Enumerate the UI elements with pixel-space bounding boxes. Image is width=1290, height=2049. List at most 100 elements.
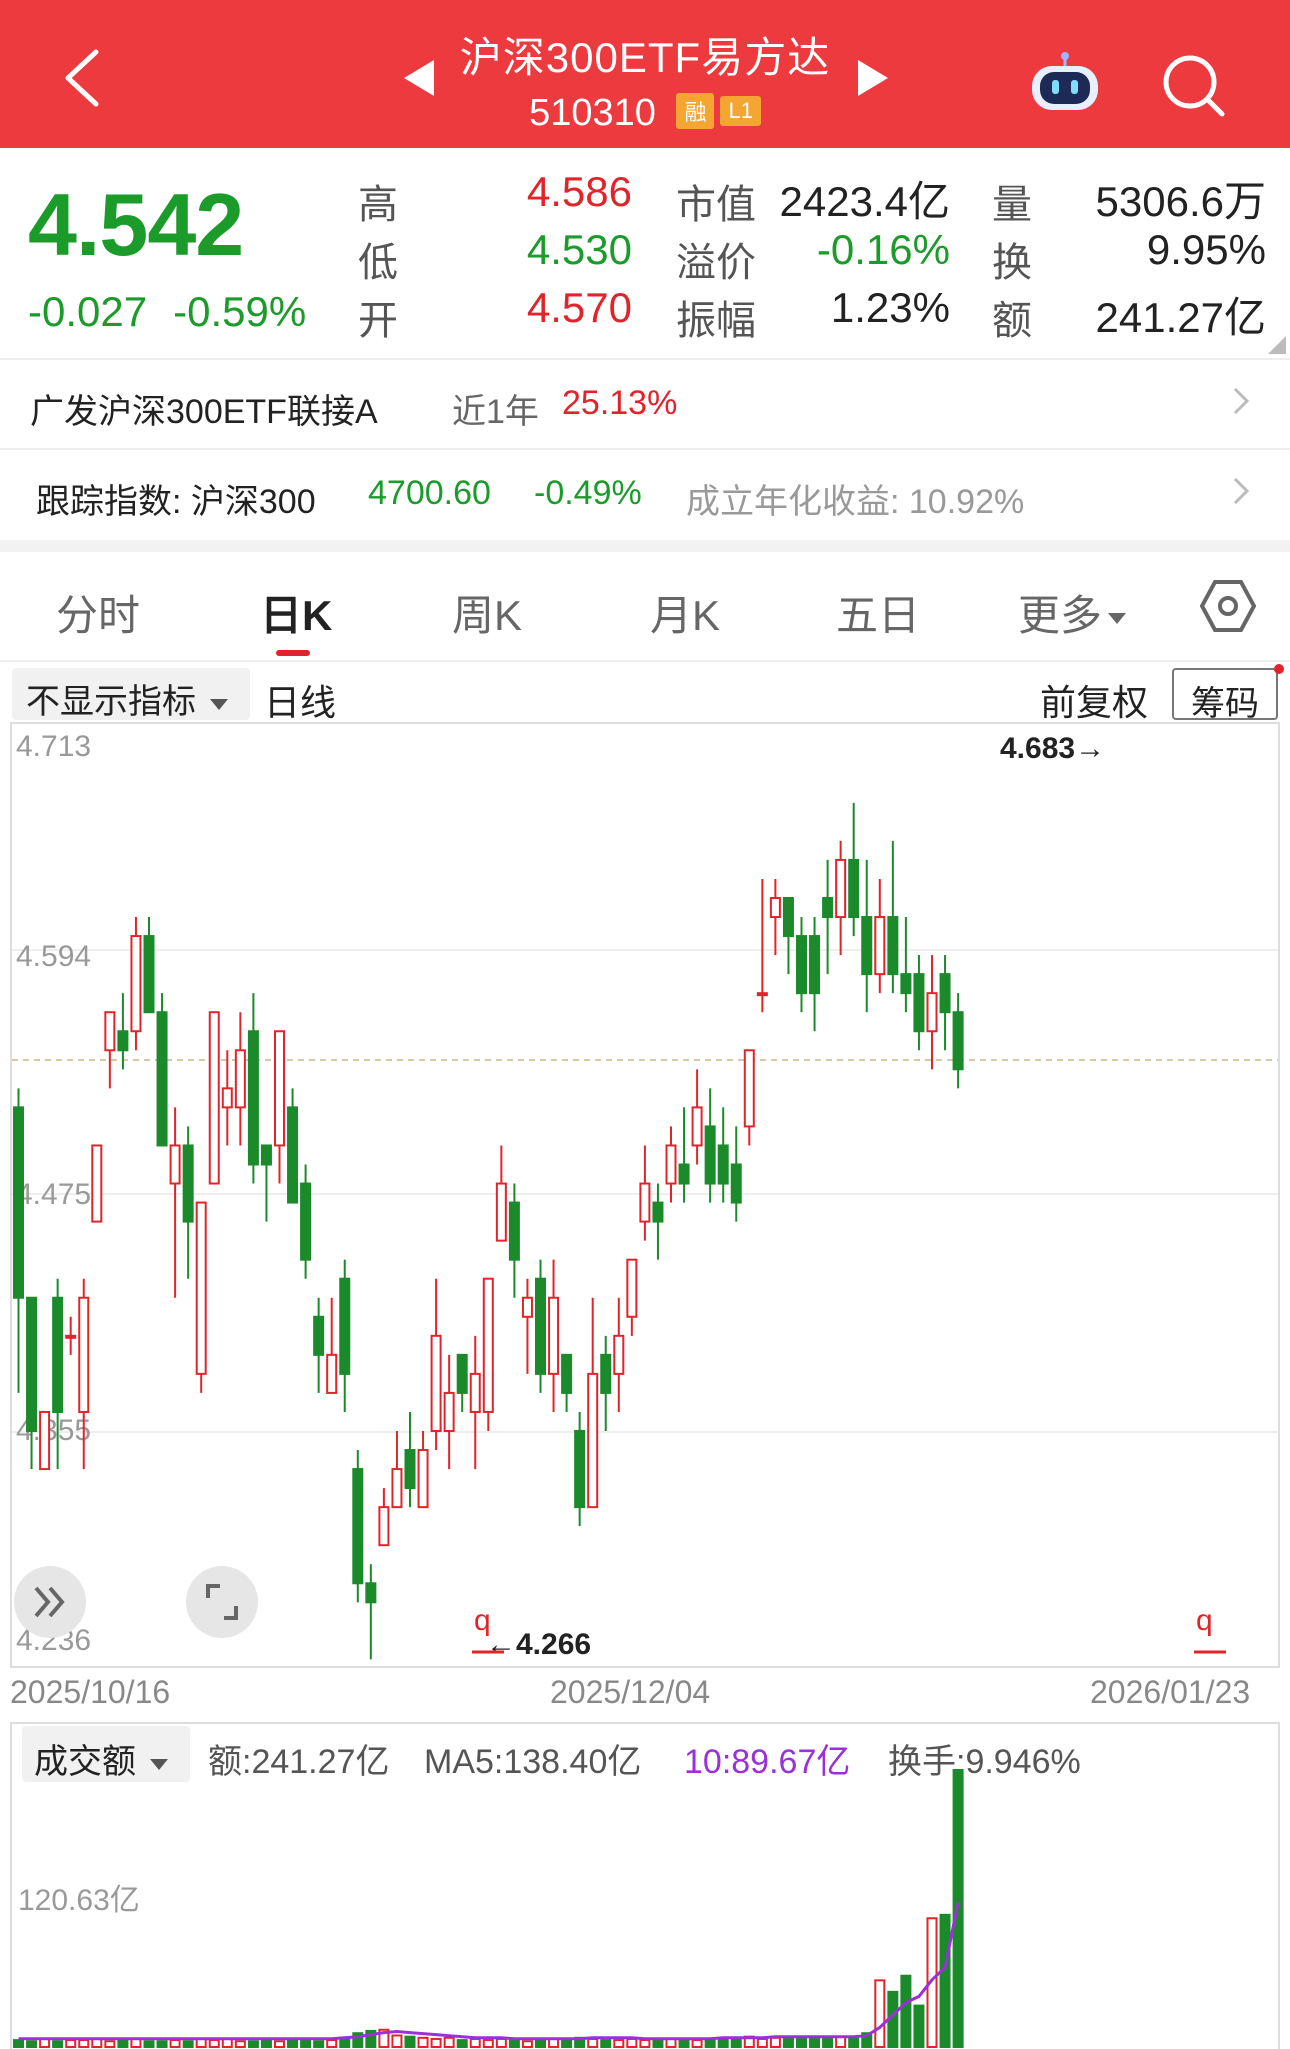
tab-weekly-k[interactable]: 周K <box>452 582 522 643</box>
stock-code: 510310 <box>529 92 656 134</box>
candlestick-chart[interactable]: 4.713 4.594 4.475 4.355 4.236 4.683→ ←4.… <box>10 722 1280 1668</box>
indicator-dropdown-label: 不显示指标 <box>26 683 196 721</box>
volume-bar <box>535 2039 546 2048</box>
volume-bar <box>156 2040 168 2049</box>
volume-bar <box>456 2039 468 2048</box>
collapse-chart-button[interactable] <box>14 1566 86 1638</box>
candle-body <box>704 1125 716 1185</box>
chips-button[interactable]: 筹码 <box>1172 668 1278 723</box>
mktcap-value: 2423.4亿 <box>779 178 950 225</box>
volume-bar <box>913 2004 925 2048</box>
volume-bar <box>404 2035 416 2049</box>
volume-bar <box>769 2036 781 2049</box>
premium-value: -0.16% <box>816 226 950 273</box>
tab-more[interactable]: 更多 <box>1018 582 1127 643</box>
candle-body <box>260 1144 272 1166</box>
volume-bar <box>443 2036 455 2049</box>
volume-bar <box>182 2040 194 2049</box>
candle-body <box>156 1011 168 1147</box>
candle-body <box>274 1030 285 1147</box>
candle-body <box>952 1011 964 1071</box>
expand-corner-icon[interactable] <box>1268 336 1286 354</box>
volume-chart: 120.63亿 <box>10 1722 1280 2049</box>
amplitude-label: 振幅 <box>676 299 756 343</box>
adjust-mode-button[interactable]: 前复权 <box>1040 674 1148 726</box>
line-type-label: 日线 <box>264 682 337 723</box>
volume-bar <box>900 1974 912 2048</box>
tracking-index-row[interactable]: 跟踪指数: 沪深300 4700.60 -0.49% 成立年化收益: 10.92… <box>0 452 1290 540</box>
price-change: -0.027 -0.59% <box>28 288 332 336</box>
amplitude-value: 1.23% <box>830 284 950 331</box>
caret-down-icon <box>210 698 228 710</box>
change-amount: -0.027 <box>28 288 148 335</box>
volume-bar <box>587 2037 599 2048</box>
turnover-label: 换 <box>992 241 1032 285</box>
volume-bar <box>26 2040 38 2049</box>
notification-dot <box>1274 664 1284 674</box>
candle-body <box>809 935 821 995</box>
tab-monthly-k[interactable]: 月K <box>650 582 720 643</box>
chevron-right-icon <box>1233 387 1250 415</box>
candle-body <box>926 992 938 1033</box>
candle-body <box>221 1087 233 1109</box>
volume-bar <box>430 2037 442 2048</box>
high-label: 高 <box>358 183 398 227</box>
next-stock-arrow-icon[interactable] <box>858 60 888 96</box>
event-marker-icon[interactable]: q <box>1194 1604 1226 1654</box>
tracking-index-label: 跟踪指数: 沪深300 <box>36 483 316 521</box>
tab-intraday[interactable]: 分时 <box>56 582 140 643</box>
volume-bar <box>613 2039 625 2048</box>
low-value: 4.530 <box>526 226 632 273</box>
candle-body <box>404 1449 416 1490</box>
candle-body <box>913 973 925 1033</box>
tracking-index-change: -0.49% <box>534 474 642 512</box>
volume-bar <box>756 2037 768 2048</box>
volume-bar <box>796 2036 807 2049</box>
annualized-return: 成立年化收益: 10.92% <box>686 483 1025 521</box>
candle-body <box>600 1353 612 1394</box>
candle-body <box>300 1182 312 1261</box>
y-tick-label: 4.475 <box>16 1178 91 1211</box>
candle-body <box>652 1201 664 1223</box>
settings-hexagon-icon[interactable] <box>1200 578 1256 634</box>
linked-fund-row[interactable]: 广发沪深300ETF联接A 近1年 25.13% <box>0 362 1290 450</box>
candle-body <box>861 916 873 976</box>
volume-bar <box>600 2039 612 2048</box>
high-value: 4.586 <box>526 168 632 215</box>
candle-body <box>626 1258 638 1318</box>
candle-body <box>391 1468 403 1509</box>
volume-bar <box>313 2040 325 2049</box>
x-tick-label: 2025/10/16 <box>10 1674 171 1710</box>
volume-bars-group <box>13 1769 964 2049</box>
candle-body <box>796 935 807 995</box>
mktcap-label: 市值 <box>676 183 756 227</box>
candle-body <box>874 916 886 976</box>
candle-body <box>39 1410 51 1471</box>
tab-daily-k[interactable]: 日K <box>260 582 332 643</box>
volume-bar <box>417 2036 429 2049</box>
candle-body <box>234 1049 246 1109</box>
candle-body <box>691 1106 703 1147</box>
tab-five-day[interactable]: 五日 <box>836 582 920 643</box>
candle-body <box>665 1144 677 1185</box>
candle-body <box>848 858 860 919</box>
candle-body <box>613 1334 625 1375</box>
indicator-dropdown[interactable]: 不显示指标 <box>12 668 250 721</box>
volume-bar <box>391 2034 403 2049</box>
volume-bar <box>691 2039 703 2048</box>
candle-body <box>521 1296 533 1318</box>
volume-bar <box>469 2037 481 2048</box>
candle-body <box>313 1315 325 1356</box>
robot-assistant-icon[interactable] <box>1028 50 1102 114</box>
fullscreen-button[interactable] <box>186 1566 258 1638</box>
candle-body <box>469 1372 481 1413</box>
caret-down-icon <box>1108 613 1127 625</box>
candle-body <box>508 1201 520 1261</box>
candle-body <box>130 935 142 1033</box>
volume-value: 5306.6万 <box>1095 178 1266 225</box>
candle-body <box>104 1011 116 1052</box>
volume-bar <box>78 2039 90 2048</box>
amount-value: 241.27亿 <box>1095 294 1266 341</box>
volume-bar <box>52 2040 64 2049</box>
search-icon[interactable] <box>1160 52 1226 118</box>
